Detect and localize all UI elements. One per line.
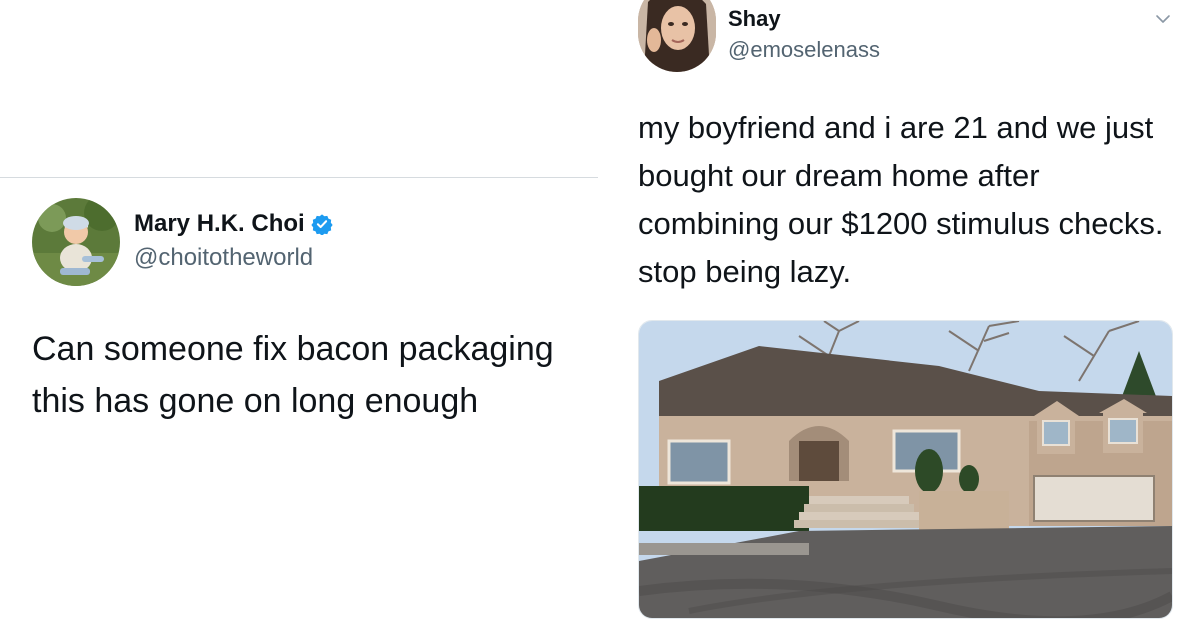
tweet-text: Can someone fix bacon packaging this has… (32, 330, 554, 420)
verified-badge-icon (311, 213, 333, 236)
chevron-down-icon[interactable] (1154, 10, 1172, 28)
display-name[interactable]: Shay (728, 6, 781, 32)
display-name[interactable]: Mary H.K. Choi (134, 210, 305, 238)
author-name-row[interactable]: Shay (728, 6, 781, 32)
author-name-row[interactable]: Mary H.K. Choi (134, 210, 333, 238)
avatar[interactable] (32, 198, 120, 286)
tweet-mary-choi[interactable]: Mary H.K. Choi @choitotheworld Can someo… (0, 178, 598, 628)
author-handle[interactable]: @choitotheworld (134, 244, 313, 272)
author-handle[interactable]: @emoselenass (728, 37, 880, 63)
avatar[interactable] (638, 0, 716, 72)
tweet-photo[interactable] (638, 320, 1173, 619)
tweet-shay[interactable]: Shay @emoselenass my boyfriend and i are… (600, 0, 1200, 628)
tweet-text: my boyfriend and i are 21 and we just bo… (638, 110, 1164, 289)
